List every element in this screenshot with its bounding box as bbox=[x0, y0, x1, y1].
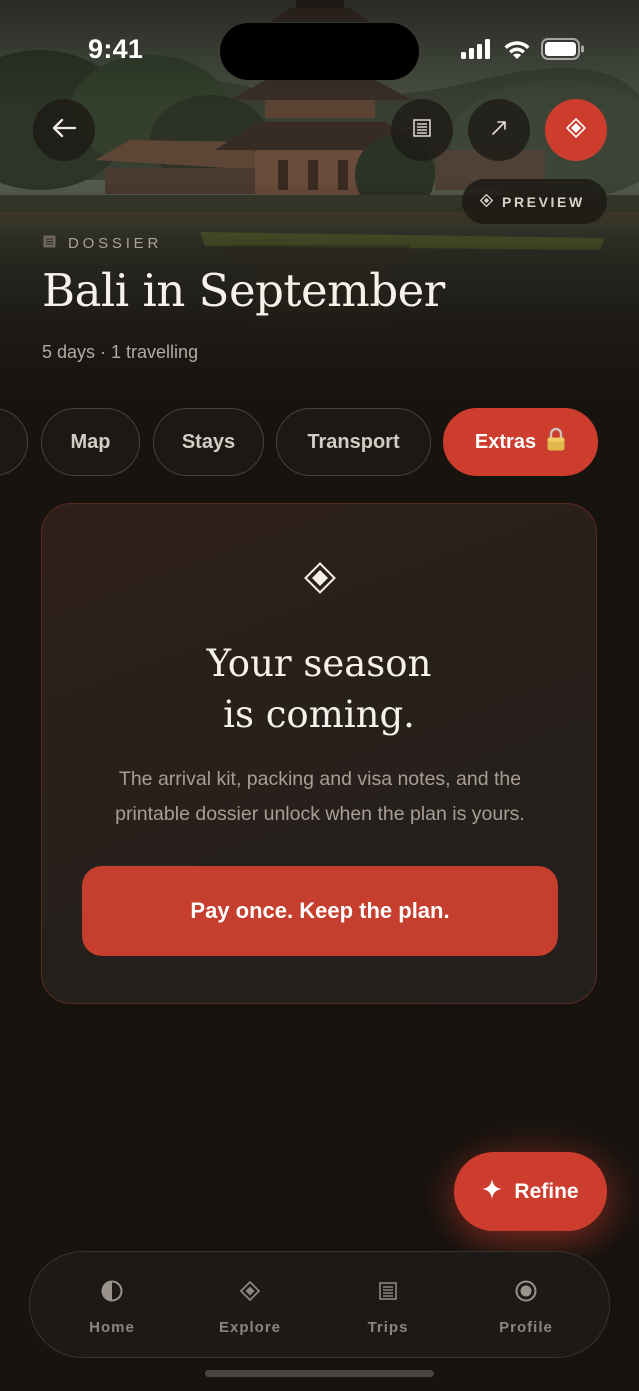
nav-item-trips[interactable]: Trips bbox=[333, 1252, 443, 1359]
nav-item-profile[interactable]: Profile bbox=[471, 1252, 581, 1359]
status-bar: 9:41 bbox=[0, 0, 639, 100]
cellular-signal-icon bbox=[461, 39, 493, 63]
dossier-button[interactable] bbox=[391, 99, 453, 161]
half-circle-icon bbox=[101, 1278, 123, 1304]
dynamic-island bbox=[220, 23, 419, 80]
home-indicator bbox=[205, 1370, 434, 1377]
document-icon bbox=[43, 235, 56, 252]
arrow-up-right-icon bbox=[490, 119, 508, 141]
wifi-icon bbox=[503, 39, 531, 64]
pay-once-button[interactable]: Pay once. Keep the plan. bbox=[82, 866, 558, 956]
nav-item-explore[interactable]: Explore bbox=[195, 1252, 305, 1359]
arrow-left-icon bbox=[51, 118, 77, 142]
status-icons bbox=[461, 38, 585, 64]
battery-icon bbox=[541, 38, 585, 64]
eyebrow-label: DOSSIER bbox=[68, 235, 163, 252]
nav-label: Home bbox=[89, 1319, 135, 1336]
status-time: 9:41 bbox=[88, 34, 144, 64]
diamond-icon bbox=[304, 562, 336, 598]
tab-stays[interactable]: Stays bbox=[153, 408, 264, 476]
tab-transport[interactable]: Transport bbox=[276, 408, 431, 476]
page-title: Bali in September bbox=[42, 264, 445, 317]
share-button[interactable] bbox=[468, 99, 530, 161]
tab-map[interactable]: Map bbox=[41, 408, 140, 476]
tab-label: Stays bbox=[181, 430, 236, 453]
list-icon bbox=[379, 1278, 397, 1304]
preview-badge: PREVIEW bbox=[462, 179, 607, 224]
premium-button[interactable] bbox=[545, 99, 607, 161]
diamond-icon bbox=[479, 193, 494, 210]
preview-label: PREVIEW bbox=[502, 193, 585, 210]
sparkle-icon bbox=[482, 1178, 503, 1205]
trip-dossier-screen: 9:41 PREVIEW DOSSIER Bali in September 5… bbox=[0, 0, 639, 1391]
paywall-title: Your season is coming. bbox=[42, 638, 596, 740]
paywall-card: Your season is coming. The arrival kit, … bbox=[41, 503, 597, 1004]
nav-label: Explore bbox=[218, 1319, 282, 1336]
circle-dot-icon bbox=[515, 1278, 537, 1304]
paywall-title-line1: Your season bbox=[206, 642, 432, 685]
section-eyebrow: DOSSIER bbox=[43, 235, 162, 252]
nav-item-home[interactable]: Home bbox=[57, 1252, 167, 1359]
nav-label: Trips bbox=[367, 1319, 409, 1336]
refine-button[interactable]: Refine bbox=[454, 1152, 607, 1231]
bottom-nav: Home Explore Trips Profile bbox=[29, 1251, 610, 1358]
refine-label: Refine bbox=[514, 1179, 579, 1203]
tab-extras[interactable]: Extras bbox=[443, 408, 598, 476]
diamond-icon bbox=[565, 117, 587, 142]
nav-label: Profile bbox=[499, 1319, 553, 1336]
tab-overview[interactable] bbox=[0, 408, 28, 476]
tab-label: Transport bbox=[307, 430, 400, 453]
diamond-icon bbox=[240, 1278, 260, 1304]
tab-label: Map bbox=[70, 430, 111, 453]
trip-meta: 5 days · 1 travelling bbox=[42, 342, 199, 362]
paywall-description: The arrival kit, packing and visa notes,… bbox=[115, 768, 525, 825]
back-button[interactable] bbox=[33, 99, 95, 161]
tab-label: Extras bbox=[474, 430, 537, 453]
lock-icon bbox=[546, 427, 566, 457]
paywall-title-line2: is coming. bbox=[223, 693, 415, 736]
document-icon bbox=[413, 119, 431, 141]
